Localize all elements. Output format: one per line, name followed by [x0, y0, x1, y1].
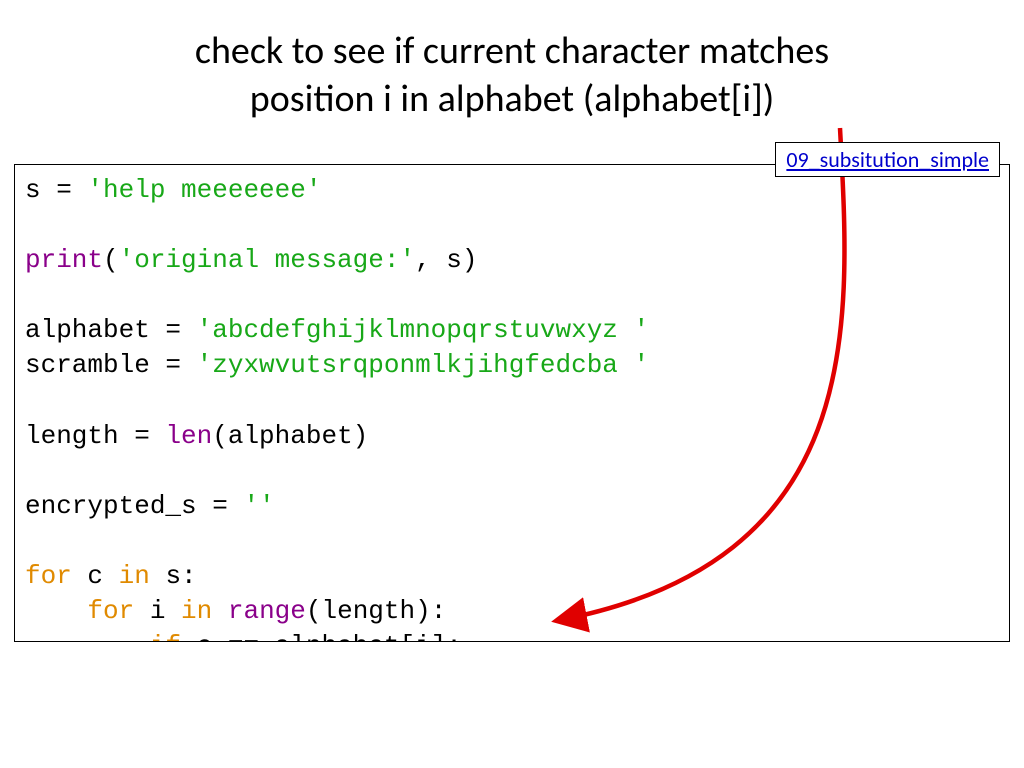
- code-token: [212, 596, 228, 626]
- code-token: c == alphabet[i]:: [181, 631, 462, 642]
- code-string: 'zyxwvutsrqponmlkjihgfedcba ': [197, 350, 649, 380]
- title-line-1: check to see if current character matche…: [195, 28, 829, 74]
- code-token: (: [103, 245, 119, 275]
- code-keyword: for: [25, 561, 72, 591]
- code-token: encrypted_s =: [25, 491, 243, 521]
- code-token: s:: [150, 561, 197, 591]
- code-indent: [25, 631, 150, 642]
- code-func: len: [165, 421, 212, 451]
- code-keyword: in: [119, 561, 150, 591]
- code-string: '': [243, 491, 274, 521]
- reference-link-box: 09_subsitution_simple: [775, 142, 1000, 177]
- code-func: range: [228, 596, 306, 626]
- code-keyword: in: [181, 596, 212, 626]
- title-line-2: position i in alphabet (alphabet[i]): [250, 76, 775, 122]
- code-keyword: if: [150, 631, 181, 642]
- code-token: (alphabet): [212, 421, 368, 451]
- code-token: length =: [25, 421, 165, 451]
- code-sample: s = 'help meeeeeee' print('original mess…: [14, 164, 1010, 642]
- code-token: (length):: [306, 596, 446, 626]
- code-token: i: [134, 596, 181, 626]
- code-token: s =: [25, 175, 87, 205]
- code-token: , s): [415, 245, 477, 275]
- reference-link[interactable]: 09_subsitution_simple: [786, 146, 989, 173]
- code-string: 'original message:': [119, 245, 415, 275]
- code-token: c: [72, 561, 119, 591]
- code-func: print: [25, 245, 103, 275]
- code-string: 'abcdefghijklmnopqrstuvwxyz ': [197, 315, 649, 345]
- code-indent: [25, 596, 87, 626]
- slide-title: check to see if current character matche…: [0, 0, 1024, 141]
- code-string: 'help meeeeeee': [87, 175, 321, 205]
- code-token: scramble =: [25, 350, 197, 380]
- code-keyword: for: [87, 596, 134, 626]
- code-token: alphabet =: [25, 315, 197, 345]
